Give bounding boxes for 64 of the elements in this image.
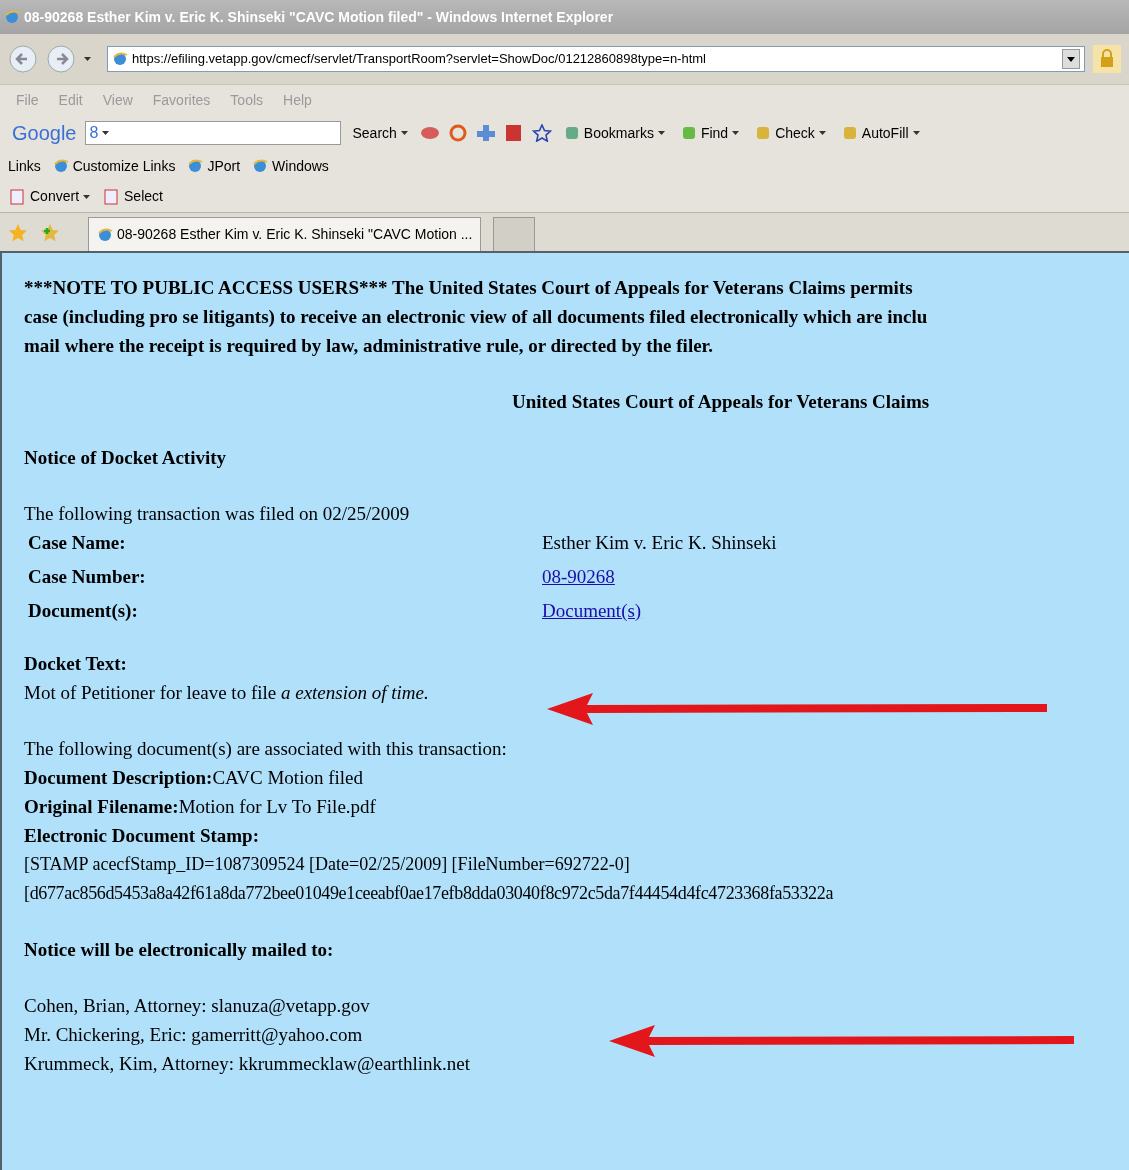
field-label: Document(s):: [27, 599, 139, 623]
star-icon: [531, 124, 552, 142]
toolbar-button[interactable]: Bookmarks: [559, 122, 669, 144]
toolbar-button[interactable]: Find: [676, 122, 744, 144]
add-favorite-icon[interactable]: [40, 223, 60, 243]
docket-label: Docket Text:: [24, 652, 128, 676]
toolbar-button[interactable]: Convert: [8, 186, 91, 207]
caret-icon: [818, 131, 826, 135]
recipient-line: Mr. Chickering, Eric: gamerritt@yahoo.com: [24, 1023, 363, 1047]
document-icon: [8, 187, 26, 206]
page-icon: [187, 158, 204, 174]
address-field[interactable]: https://efiling.vetapp.gov/cmecf/servlet/TransportRoom?servlet=ShowDoc/01212860898type=n-html: [107, 46, 1085, 72]
document-detail: Document Description:CAVC Motion filed: [24, 766, 363, 790]
forward-button[interactable]: [46, 44, 76, 74]
dropdown-button[interactable]: [1062, 49, 1080, 69]
link-button[interactable]: JPort: [187, 155, 241, 177]
filed-text: The following transaction was filed on 02/25/2009: [24, 502, 411, 526]
caret-icon: [84, 57, 91, 61]
field-label: Case Number:: [27, 565, 147, 589]
docket-text: Mot of Petitioner for leave to file a extension of time.: [24, 681, 429, 705]
recipient-line: Krummeck, Kim, Attorney: kkrummecklaw@earthlink.net: [24, 1052, 470, 1076]
notice-line: mail where the receipt is required by law, administrative rule, or directed by the filer.: [24, 334, 715, 358]
caret-icon: [102, 131, 110, 135]
browser-icon: [4, 9, 20, 25]
notice-line: case (including pro se litigants) to receive an electronic view of all documents filed electronically which are inclu: [24, 305, 929, 329]
section-heading: Notice of Docket Activity: [24, 446, 228, 470]
page-icon: [252, 158, 269, 174]
link-button[interactable]: Customize Links: [52, 155, 176, 177]
toolbar-button[interactable]: Check: [751, 122, 830, 144]
search-field[interactable]: 8: [84, 121, 341, 145]
document-detail: Electronic Document Stamp:: [24, 824, 259, 848]
field-label: Case Name:: [27, 531, 127, 555]
field-value: Esther Kim v. Eric K. Shinseki: [542, 531, 777, 555]
court-title: United States Court of Appeals for Veterans Claims: [512, 390, 931, 414]
mailed-heading: Notice will be electronically mailed to:: [24, 938, 335, 962]
caret-icon: [912, 131, 920, 135]
document-detail: Original Filename:Motion for Lv To File.pdf: [24, 795, 376, 819]
back-button[interactable]: [8, 44, 38, 74]
google-logo: Google: [12, 121, 77, 146]
stamp-line: [STAMP acecfStamp_ID=1087309524 [Date=02/25/2009] [FileNumber=692722-0]: [24, 853, 631, 876]
browser-tab[interactable]: 08-90268 Esther Kim v. Eric K. Shinseki "CAVC Motion ...: [88, 217, 482, 251]
stamp-line: [d677ac856d5453a8a42f61a8da772bee01049e1ceeabf0ae17efb8dda03040f8c972c5da7f44454d4fc4723368fa53322a: [24, 882, 835, 905]
links-label: Links: [8, 156, 41, 176]
toolbar-button[interactable]: Search: [348, 122, 412, 144]
notice-line: ***NOTE TO PUBLIC ACCESS USERS*** The United States Court of Appeals for Veterans Claims permits: [24, 276, 914, 300]
browser-icon: [97, 226, 113, 243]
caret-icon: [83, 194, 91, 199]
new-tab-button[interactable]: [493, 217, 536, 251]
page-icon: [112, 51, 128, 67]
field-link[interactable]: Document(s): [542, 596, 642, 625]
toolbar-button[interactable]: Select: [102, 186, 163, 207]
link-button[interactable]: Windows: [252, 155, 329, 177]
field-link[interactable]: 08-90268: [542, 562, 615, 591]
document-icon: [102, 187, 121, 206]
associated-text: The following document(s) are associated with this transaction:: [24, 737, 508, 761]
toolbar-button[interactable]: AutoFill: [837, 122, 924, 144]
lock-icon: [1093, 45, 1121, 73]
star-icon[interactable]: [8, 223, 28, 243]
caret-icon: [657, 131, 665, 135]
window-title: 08-90268 Esther Kim v. Eric K. Shinseki "CAVC Motion filed" - Windows Internet Explorer: [24, 7, 614, 27]
page-icon: [52, 158, 69, 174]
recipient-line: Cohen, Brian, Attorney: slanuza@vetapp.gov: [24, 994, 370, 1018]
caret-icon: [732, 131, 740, 135]
caret-icon: [400, 131, 408, 135]
